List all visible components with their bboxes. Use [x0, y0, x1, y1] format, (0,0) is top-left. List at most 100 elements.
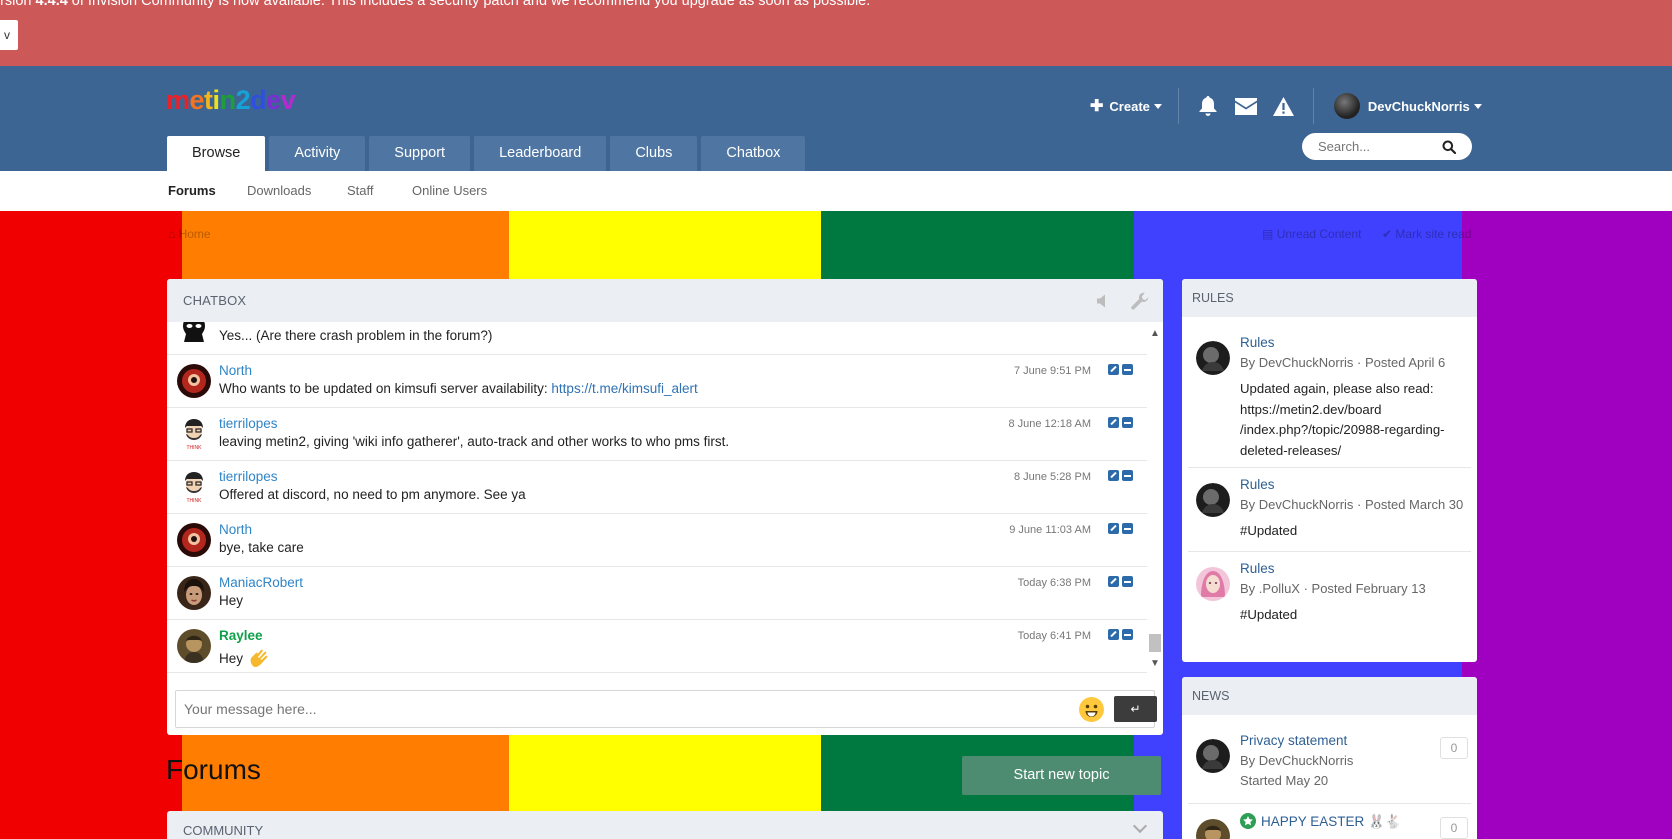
breadcrumb-home[interactable]: Home — [179, 227, 211, 241]
delete-minus-icon[interactable] — [1122, 523, 1133, 534]
logo-letter: d — [250, 85, 267, 115]
tab-clubs[interactable]: Clubs — [610, 136, 698, 171]
mark-site-read-link[interactable]: ✔ Mark site read — [1382, 227, 1471, 241]
chat-message-text: Hey — [219, 646, 271, 670]
chatbox-title: CHATBOX — [183, 293, 247, 308]
search-box — [1302, 133, 1472, 160]
delete-minus-icon[interactable] — [1122, 417, 1133, 428]
alert-text-prefix: ersion — [0, 0, 32, 9]
chevron-down-icon[interactable] — [1132, 818, 1148, 834]
news-item-title[interactable]: Privacy statement — [1240, 733, 1347, 748]
chat-username[interactable]: ManiacRobert — [219, 575, 303, 590]
unread-icon: ▤ — [1262, 227, 1274, 241]
user-avatar[interactable] — [177, 364, 211, 398]
user-avatar[interactable] — [177, 523, 211, 557]
primary-nav: Browse Activity Support Leaderboard Clubs Cha… — [167, 136, 809, 171]
chat-username[interactable]: tierrilopes — [219, 469, 278, 484]
subnav-item-online-users[interactable]: Online Users — [412, 171, 487, 211]
rules-item-title[interactable]: Rules — [1240, 335, 1275, 350]
user-menu[interactable]: DevChuckNorris — [1333, 93, 1482, 119]
tab-leaderboard[interactable]: Leaderboard — [474, 136, 607, 171]
chat-message-text: Hey — [219, 593, 243, 608]
edit-pencil-icon[interactable] — [1108, 523, 1119, 534]
chat-message-input[interactable] — [184, 691, 1064, 727]
home-icon: ⌂ — [168, 227, 176, 241]
search-input[interactable] — [1318, 139, 1442, 154]
delete-minus-icon[interactable] — [1122, 364, 1133, 375]
edit-pencil-icon[interactable] — [1108, 576, 1119, 587]
start-new-topic-button[interactable]: Start new topic — [962, 756, 1161, 795]
scroll-down-arrow-icon[interactable]: ▼ — [1150, 658, 1160, 669]
chat-message: Raylee Hey Today 6:41 PM — [167, 620, 1147, 673]
chat-message: THINK tierrilopes leaving metin2, giving '… — [167, 408, 1147, 461]
chat-message-link[interactable]: https://t.me/kimsufi_alert — [551, 381, 697, 396]
user-avatar[interactable] — [177, 576, 211, 610]
tab-browse[interactable]: Browse — [167, 136, 266, 171]
rules-item-title[interactable]: Rules — [1240, 477, 1275, 492]
edit-pencil-icon[interactable] — [1108, 364, 1119, 375]
edit-pencil-icon[interactable] — [1108, 470, 1119, 481]
logo-letter: e — [189, 85, 205, 115]
alert-upgrade-button[interactable]: v — [0, 20, 18, 50]
scroll-up-arrow-icon[interactable]: ▲ — [1150, 328, 1160, 339]
svg-text:THINK: THINK — [187, 445, 203, 451]
create-button[interactable]: ✚ Create — [1090, 96, 1162, 116]
author-avatar[interactable] — [1196, 819, 1230, 839]
user-avatar[interactable] — [177, 322, 211, 345]
site-logo[interactable]: metin2dev — [166, 85, 296, 116]
user-avatar[interactable] — [177, 629, 211, 663]
chat-username[interactable]: WeedFlex — [219, 322, 280, 325]
community-category-header[interactable]: COMMUNITY — [167, 811, 1163, 839]
author-avatar[interactable] — [1196, 341, 1230, 375]
chatbox-panel: CHATBOX WeedFlex Yes... (Are there crash … — [167, 279, 1163, 735]
subnav-item-staff[interactable]: Staff — [347, 171, 374, 211]
tab-activity[interactable]: Activity — [269, 136, 366, 171]
edit-pencil-icon[interactable] — [1108, 629, 1119, 640]
forums-page-title: Forums — [166, 754, 261, 785]
alert-text: ersion 4.4.4 of Invision Community is no… — [0, 0, 870, 9]
delete-minus-icon[interactable] — [1122, 470, 1133, 481]
rules-item-title[interactable]: Rules — [1240, 561, 1275, 576]
chat-username[interactable]: North — [219, 522, 252, 537]
send-message-button[interactable]: ↵ — [1114, 696, 1157, 722]
subnav-item-forums[interactable]: Forums — [168, 171, 216, 211]
chat-message-text: Who wants to be updated on kimsufi serve… — [219, 381, 698, 396]
wrench-settings-icon[interactable] — [1131, 292, 1149, 310]
chat-message-tools — [1105, 364, 1133, 375]
unread-content-link[interactable]: ▤ Unread Content — [1262, 227, 1361, 241]
search-icon[interactable] — [1442, 140, 1456, 154]
edit-pencil-icon[interactable] — [1108, 417, 1119, 428]
reports-warning-icon[interactable] — [1265, 86, 1303, 126]
user-avatar[interactable]: THINK — [177, 470, 211, 504]
chatbox-header-icons — [1095, 279, 1149, 322]
chat-timestamp: 9 June 11:03 AM — [1009, 524, 1091, 536]
sound-mute-icon[interactable] — [1095, 293, 1111, 309]
chat-message: WeedFlex Yes... (Are there crash problem … — [167, 322, 1147, 355]
tab-chatbox[interactable]: Chatbox — [701, 136, 806, 171]
user-bar: ✚ Create DevChuckNorris — [1090, 86, 1482, 126]
chat-username[interactable]: Raylee — [219, 628, 263, 643]
messages-envelope-icon[interactable] — [1227, 86, 1265, 126]
author-avatar[interactable] — [1196, 483, 1230, 517]
chat-message-tools — [1105, 523, 1133, 534]
chat-message: ManiacRobert Hey Today 6:38 PM — [167, 567, 1147, 620]
divider — [1188, 467, 1471, 468]
author-avatar[interactable] — [1196, 567, 1230, 601]
tab-support[interactable]: Support — [369, 136, 471, 171]
user-avatar[interactable]: THINK — [177, 417, 211, 451]
news-item-title[interactable]: HAPPY EASTER 🐰🐇 — [1240, 813, 1402, 830]
delete-minus-icon[interactable] — [1122, 629, 1133, 640]
author-avatar[interactable] — [1196, 739, 1230, 773]
subnav-item-downloads[interactable]: Downloads — [247, 171, 311, 211]
chatbox-header: CHATBOX — [167, 279, 1163, 322]
rules-item-body: #Updated — [1240, 523, 1298, 538]
chat-scrollbar[interactable]: ▲ ▼ — [1147, 322, 1163, 682]
chat-username[interactable]: tierrilopes — [219, 416, 278, 431]
emoji-picker-icon[interactable] — [1079, 697, 1104, 722]
delete-minus-icon[interactable] — [1122, 576, 1133, 587]
notifications-bell-icon[interactable] — [1189, 86, 1227, 126]
chat-username[interactable]: North — [219, 363, 252, 378]
scroll-thumb[interactable] — [1149, 634, 1161, 652]
logo-letter: 2 — [235, 85, 251, 115]
breadcrumb: ⌂ Home — [168, 227, 211, 241]
